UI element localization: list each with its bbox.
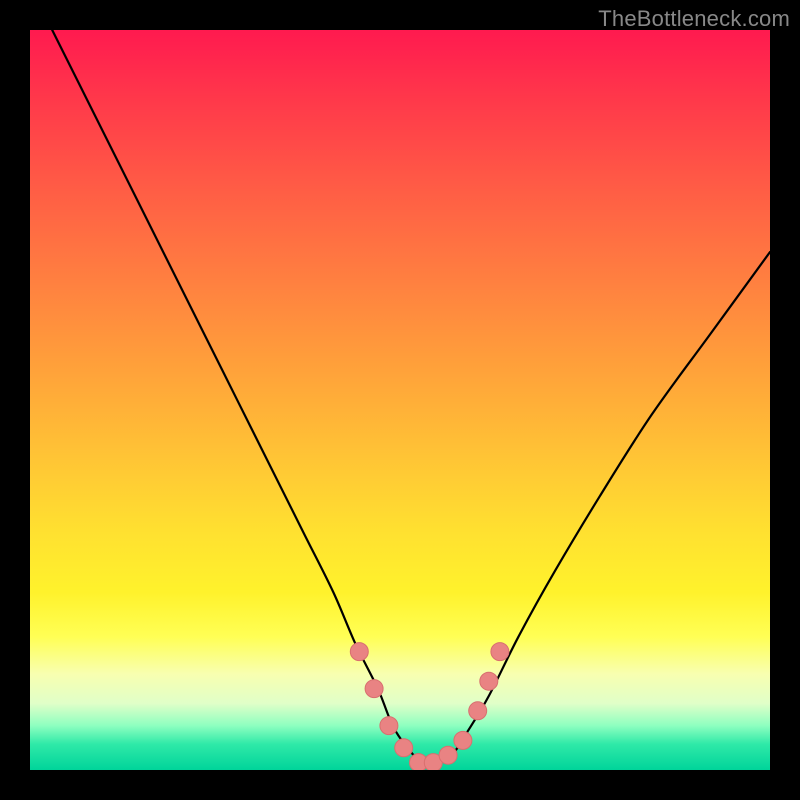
highlight-dot bbox=[480, 672, 498, 690]
highlight-dot bbox=[454, 731, 472, 749]
highlight-dot bbox=[439, 746, 457, 764]
highlight-dot bbox=[380, 717, 398, 735]
highlight-dot bbox=[491, 643, 509, 661]
highlight-dots bbox=[30, 30, 770, 770]
plot-area bbox=[30, 30, 770, 770]
highlight-dot bbox=[365, 680, 383, 698]
watermark-text: TheBottleneck.com bbox=[598, 6, 790, 32]
highlight-dot bbox=[350, 643, 368, 661]
highlight-dot bbox=[469, 702, 487, 720]
highlight-dot bbox=[395, 739, 413, 757]
chart-frame: TheBottleneck.com bbox=[0, 0, 800, 800]
